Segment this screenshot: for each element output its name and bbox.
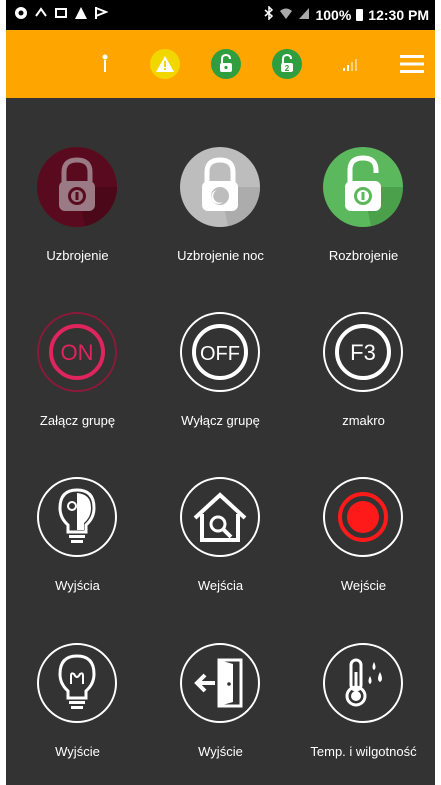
top-app-bar: 2 <box>6 30 435 98</box>
tile-label: Wejście <box>340 578 387 593</box>
tile-label: Załącz grupę <box>39 413 116 428</box>
bluetooth-icon <box>264 5 274 23</box>
f3-text: F3 <box>350 340 376 365</box>
tile-uzbrojenie-noc[interactable]: Uzbrojenie noc <box>149 140 292 310</box>
tile-label: Wejścia <box>197 578 244 593</box>
unlocked-2-badge-icon[interactable]: 2 <box>270 47 304 81</box>
tile-label: Rozbrojenie <box>328 248 399 263</box>
svg-text:2: 2 <box>285 64 290 73</box>
on-text: ON <box>61 340 94 365</box>
menu-icon[interactable] <box>395 47 429 81</box>
house-search-icon <box>173 470 267 564</box>
padlock-open-icon <box>316 140 410 234</box>
tile-wejscia[interactable]: Wejścia <box>149 470 292 640</box>
battery-icon <box>356 8 364 21</box>
padlock-night-icon <box>173 140 267 234</box>
tile-label: Uzbrojenie noc <box>177 248 264 263</box>
status-bar: 100% 12:30 PM <box>6 0 435 30</box>
clock: 12:30 PM <box>368 6 429 23</box>
tile-label: zmakro <box>342 413 385 428</box>
app-screen: 100% 12:30 PM 2 Uzbrojenie Uzbrojenie no… <box>6 0 435 785</box>
tile-label: Temp. i wilgotność <box>310 744 417 759</box>
tile-rozbrojenie[interactable]: Rozbrojenie <box>292 140 435 310</box>
tile-wyjscia[interactable]: Wyjścia <box>6 470 149 640</box>
link-notification-icon <box>34 6 48 20</box>
padlock-locked-icon <box>30 140 124 234</box>
warning-icon[interactable] <box>148 47 182 81</box>
door-exit-icon <box>173 636 267 730</box>
off-icon: OFF <box>173 305 267 399</box>
notification-icons <box>14 6 108 20</box>
tile-wejscie[interactable]: Wejście <box>292 470 435 640</box>
signal-icon <box>334 47 368 81</box>
on-icon: ON <box>30 305 124 399</box>
image-notification-icon <box>54 6 68 20</box>
battery-percent: 100% <box>315 6 352 23</box>
antenna-icon[interactable] <box>88 47 122 81</box>
tile-label: Wyjścia <box>55 578 100 593</box>
tile-wyjscie-1[interactable]: Wyjście <box>6 636 149 785</box>
cell-signal-icon <box>298 6 310 23</box>
app-notification-icon <box>14 6 28 20</box>
thermometer-drops-icon <box>316 636 410 730</box>
unlocked-badge-icon[interactable] <box>209 47 243 81</box>
tile-wyjscie-2[interactable]: Wyjście <box>149 636 292 785</box>
f3-icon: F3 <box>316 305 410 399</box>
tile-label: Wyjście <box>55 744 100 759</box>
tile-label: Wyjście <box>198 744 243 759</box>
tile-label: Wyłącz grupę <box>181 413 260 428</box>
record-icon <box>316 470 410 564</box>
tile-zalacz-grupe[interactable]: ON Załącz grupę <box>6 305 149 475</box>
flag-notification-icon <box>94 6 108 20</box>
tile-wylacz-grupe[interactable]: OFF Wyłącz grupę <box>149 305 292 475</box>
tile-temp-wilgotnosc[interactable]: Temp. i wilgotność <box>292 636 435 785</box>
off-text: OFF <box>200 343 240 365</box>
tile-uzbrojenie[interactable]: Uzbrojenie <box>6 140 149 310</box>
bulb-half-icon <box>30 470 124 564</box>
tile-zmakro[interactable]: F3 zmakro <box>292 305 435 475</box>
wifi-icon <box>279 6 293 23</box>
bulb-icon <box>30 636 124 730</box>
tile-label: Uzbrojenie <box>46 248 109 263</box>
warning-notification-icon <box>74 6 88 20</box>
system-status: 100% 12:30 PM <box>264 5 429 23</box>
